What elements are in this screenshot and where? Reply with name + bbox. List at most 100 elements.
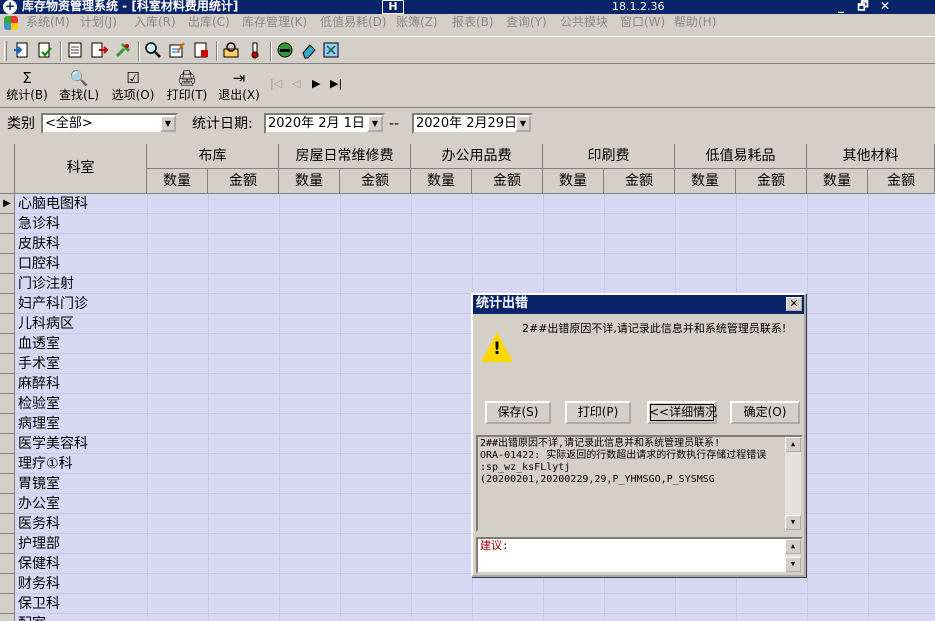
menu-common[interactable]: 公共模块 xyxy=(560,14,608,31)
dialog-title[interactable]: 统计出错 xyxy=(473,295,804,314)
suggestion-scrollbar[interactable]: ▲ ▼ xyxy=(785,539,801,572)
menu-query[interactable]: 查询(Y) xyxy=(506,14,547,31)
restore-button[interactable]: 🗗 xyxy=(852,0,874,14)
row-indicator[interactable] xyxy=(0,414,15,434)
tools-icon[interactable] xyxy=(114,41,132,59)
header-group-printing[interactable]: 印刷费 xyxy=(543,144,675,169)
row-indicator[interactable] xyxy=(0,534,15,554)
eraser-icon[interactable] xyxy=(300,41,318,59)
menu-ledger[interactable]: 账簿(Z) xyxy=(396,14,438,31)
menu-report[interactable]: 报表(B) xyxy=(452,14,494,31)
table-row[interactable]: 皮肤科 xyxy=(0,234,935,254)
mdi-document-icon[interactable] xyxy=(4,16,18,30)
table-row[interactable]: 口腔科 xyxy=(0,254,935,274)
scroll-down-icon[interactable]: ▼ xyxy=(785,557,801,572)
header-qty[interactable]: 数量 xyxy=(147,169,208,194)
print-button[interactable]: 打印(P) xyxy=(565,401,631,424)
edit-list-icon[interactable] xyxy=(168,41,186,59)
scroll-up-icon[interactable]: ▲ xyxy=(785,437,801,452)
header-amount[interactable]: 金额 xyxy=(340,169,411,194)
header-group-office[interactable]: 办公用品费 xyxy=(411,144,543,169)
menu-plan[interactable]: 计划(J) xyxy=(80,14,117,31)
row-indicator[interactable] xyxy=(0,494,15,514)
header-group-other[interactable]: 其他材料 xyxy=(807,144,935,169)
minimize-button[interactable]: _ xyxy=(830,0,852,14)
row-indicator[interactable] xyxy=(0,614,15,621)
prev-record-button[interactable]: ◁ xyxy=(292,76,300,92)
menu-help[interactable]: 帮助(H) xyxy=(674,14,716,31)
row-indicator[interactable] xyxy=(0,454,15,474)
user-switch-icon[interactable] xyxy=(36,41,54,59)
row-indicator[interactable] xyxy=(0,554,15,574)
chevron-down-icon[interactable]: ▼ xyxy=(367,115,383,132)
start-date-picker[interactable]: 2020年 2月 1日 ▼ xyxy=(264,113,385,134)
save-button[interactable]: 保存(S) xyxy=(485,401,551,424)
menu-window[interactable]: 窗口(W) xyxy=(620,14,665,31)
header-group-cloth[interactable]: 布库 xyxy=(147,144,279,169)
exit-button[interactable]: ⇥ 退出(X) xyxy=(216,69,262,105)
report-icon[interactable] xyxy=(192,41,210,59)
table-row[interactable]: 财务科 xyxy=(0,574,935,594)
error-details-memo[interactable]: 2##出错原因不详,请记录此信息并和系统管理员联系! ORA-01422: 实际… xyxy=(476,435,803,532)
next-record-button[interactable]: ▶ xyxy=(312,76,320,92)
scroll-up-icon[interactable]: ▲ xyxy=(785,539,801,554)
header-amount[interactable]: 金额 xyxy=(472,169,543,194)
details-button[interactable]: <<详细情况 xyxy=(647,401,717,424)
details-scrollbar[interactable]: ▲ ▼ xyxy=(785,437,801,530)
row-indicator[interactable]: ▶ xyxy=(0,194,15,214)
row-indicator[interactable] xyxy=(0,594,15,614)
header-qty[interactable]: 数量 xyxy=(279,169,340,194)
window-icon[interactable] xyxy=(322,41,340,59)
menu-inventory[interactable]: 库存管理(K) xyxy=(242,14,307,31)
scroll-down-icon[interactable]: ▼ xyxy=(785,515,801,530)
stats-button[interactable]: Σ 统计(B) xyxy=(4,69,50,105)
header-qty[interactable]: 数量 xyxy=(543,169,604,194)
thermometer-icon[interactable] xyxy=(246,41,264,59)
table-row[interactable]: 配室 xyxy=(0,614,935,621)
menu-low-value[interactable]: 低值易耗(D) xyxy=(320,14,387,31)
no-entry-icon[interactable] xyxy=(276,41,294,59)
menu-inbound[interactable]: 入库(R) xyxy=(134,14,176,31)
header-qty[interactable]: 数量 xyxy=(807,169,868,194)
menu-outbound[interactable]: 出库(C) xyxy=(188,14,230,31)
row-indicator[interactable] xyxy=(0,574,15,594)
row-indicator[interactable] xyxy=(0,254,15,274)
row-indicator[interactable] xyxy=(0,514,15,534)
search-icon[interactable] xyxy=(144,41,162,59)
last-record-button[interactable]: ▶| xyxy=(330,76,342,92)
row-indicator[interactable] xyxy=(0,234,15,254)
row-indicator[interactable] xyxy=(0,334,15,354)
header-amount[interactable]: 金额 xyxy=(604,169,675,194)
table-row[interactable]: 门诊注射 xyxy=(0,274,935,294)
dialog-close-button[interactable]: ✕ xyxy=(786,297,802,311)
find-button[interactable]: 🔍 查找(L) xyxy=(56,69,102,105)
header-group-low-value[interactable]: 低值易耗品 xyxy=(675,144,807,169)
app-icon[interactable]: + xyxy=(3,0,17,14)
toolbar-grip[interactable] xyxy=(4,41,7,61)
row-indicator[interactable] xyxy=(0,434,15,454)
header-group-repair[interactable]: 房屋日常维修费 xyxy=(279,144,411,169)
header-amount[interactable]: 金额 xyxy=(208,169,279,194)
print-button[interactable]: 🖨 打印(T) xyxy=(164,69,210,105)
key-icon[interactable] xyxy=(222,41,240,59)
menu-system[interactable]: 系统(M) xyxy=(26,14,70,31)
first-record-button[interactable]: |◁ xyxy=(270,76,282,92)
header-department[interactable]: 科室 xyxy=(15,144,147,194)
row-indicator[interactable] xyxy=(0,354,15,374)
row-indicator[interactable] xyxy=(0,214,15,234)
login-icon[interactable] xyxy=(12,41,30,59)
row-indicator[interactable] xyxy=(0,474,15,494)
end-date-picker[interactable]: 2020年 2月29日 ▼ xyxy=(412,113,533,134)
row-indicator[interactable] xyxy=(0,394,15,414)
header-qty[interactable]: 数量 xyxy=(675,169,736,194)
table-row[interactable]: ▶ 心脑电图科 xyxy=(0,194,935,214)
header-qty[interactable]: 数量 xyxy=(411,169,472,194)
row-indicator[interactable] xyxy=(0,274,15,294)
options-button[interactable]: ☑ 选项(O) xyxy=(110,69,156,105)
row-indicator[interactable] xyxy=(0,374,15,394)
close-button[interactable]: ✕ xyxy=(874,0,896,14)
header-amount[interactable]: 金额 xyxy=(868,169,935,194)
export-icon[interactable] xyxy=(90,41,108,59)
table-row[interactable]: 急诊科 xyxy=(0,214,935,234)
suggestion-memo[interactable]: 建议: ▲ ▼ xyxy=(476,537,803,574)
